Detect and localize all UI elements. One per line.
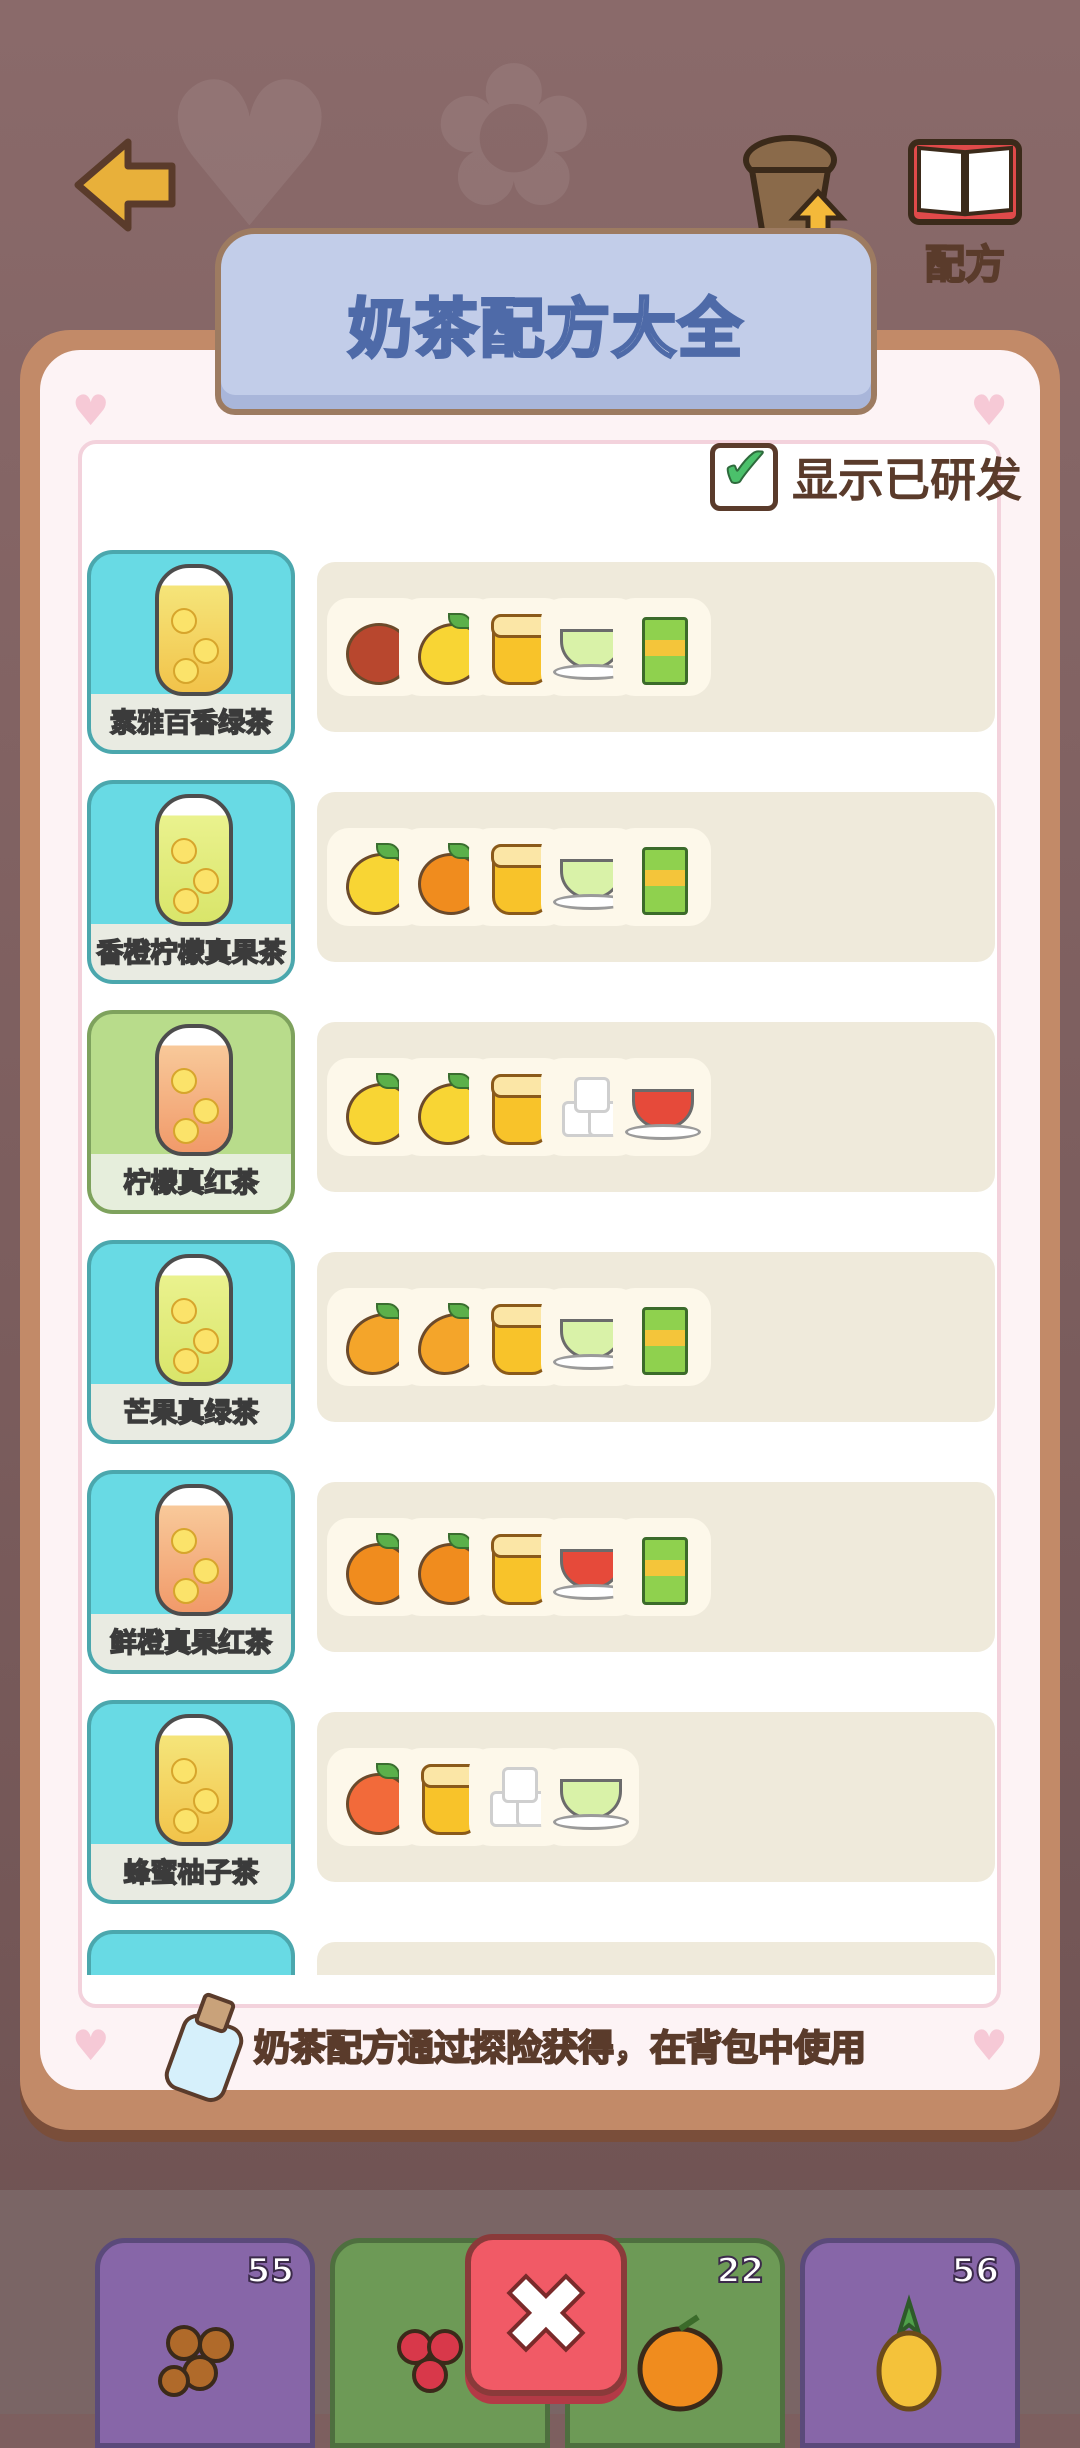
pineapple-watermark-icon: ✿: [430, 20, 598, 253]
recipe-row[interactable]: 香橙柠檬真果茶: [85, 780, 995, 984]
drink-cup-icon: [155, 1254, 233, 1386]
drink-card[interactable]: 素雅百香绿茶: [87, 550, 295, 754]
drink-card[interactable]: 芒果真绿茶: [87, 1240, 295, 1444]
recipe-row[interactable]: 素雅百香绿茶: [85, 550, 995, 754]
ingredient-bar: [317, 562, 995, 732]
recipe-row[interactable]: 柠檬真红茶: [85, 1010, 995, 1214]
show-developed-label: 显示已研发: [792, 453, 1022, 507]
drink-name: 香橙柠檬真果茶: [96, 937, 287, 970]
title-tab: 奶茶配方大全: [215, 228, 877, 415]
inventory-count: 22: [716, 2250, 765, 2292]
drink-card[interactable]: 鲜橙真果红茶: [87, 1470, 295, 1674]
recipe-label: 配方: [924, 241, 1006, 289]
boba-icon: [158, 2325, 234, 2397]
heart-decoration-icon: ♥: [72, 2021, 110, 2070]
recipe-book-icon: [908, 139, 1022, 225]
checkmark-icon: ✔: [720, 433, 771, 503]
ingredient-slot: [613, 598, 711, 696]
juice-box-icon: [626, 1531, 698, 1605]
ingredient-bar: [317, 1482, 995, 1652]
drink-name: 蜂蜜柚子茶: [123, 1857, 260, 1890]
inventory-slot[interactable]: 56: [800, 2238, 1020, 2448]
close-icon: ✖: [498, 2251, 594, 2379]
ingredient-slot: [613, 1518, 711, 1616]
message-bottle-icon: [160, 1991, 248, 2107]
orange-icon: [637, 2314, 723, 2412]
juice-box-icon: [626, 611, 698, 685]
drink-name: 芒果真绿茶: [123, 1397, 260, 1430]
footer-tip-text: 奶茶配方通过探险获得，在背包中使用: [253, 2027, 867, 2070]
ingredient-bar: [317, 1022, 995, 1192]
ingredient-slot: [613, 828, 711, 926]
recipe-row[interactable]: 鲜橙真果红茶: [85, 1470, 995, 1674]
pineapple-icon: [876, 2294, 942, 2412]
recipe-row[interactable]: 蜂蜜柚子茶: [85, 1700, 995, 1904]
page-title: 奶茶配方大全: [347, 292, 744, 369]
drink-card: [87, 1930, 295, 1975]
back-arrow-icon[interactable]: [70, 130, 180, 240]
show-developed-toggle[interactable]: ✔ 显示已研发: [710, 433, 1022, 512]
recipe-list[interactable]: 素雅百香绿茶 香橙柠檬真果茶 柠檬真红茶芒果真绿茶鲜橙真果红茶 蜂蜜柚子茶: [85, 550, 995, 1975]
heart-decoration-icon: ♥: [970, 386, 1008, 435]
drink-name: 柠檬真红茶: [123, 1167, 260, 1200]
ingredient-bar: [317, 792, 995, 962]
ingredient-bar: [317, 1252, 995, 1422]
close-button[interactable]: ✖: [465, 2234, 627, 2396]
drink-cup-icon: [155, 1024, 233, 1156]
ingredient-slot: [613, 1288, 711, 1386]
juice-box-icon: [626, 841, 698, 915]
inventory-count: 56: [951, 2250, 1000, 2292]
ingredient-bar: [317, 1712, 995, 1882]
green-tea-icon: [553, 1761, 629, 1833]
drink-cup-icon: [155, 564, 233, 696]
drink-cup-icon: [155, 1714, 233, 1846]
show-developed-checkbox[interactable]: ✔: [710, 433, 778, 511]
drink-cup-icon: [155, 1484, 233, 1616]
heart-decoration-icon: ♥: [970, 2021, 1008, 2070]
ingredient-slot: [613, 1058, 711, 1156]
ingredient-bar: [317, 1942, 995, 1975]
drink-card[interactable]: 柠檬真红茶: [87, 1010, 295, 1214]
drink-name: 素雅百香绿茶: [109, 707, 273, 740]
black-tea-icon: [625, 1071, 701, 1143]
recipe-button[interactable]: 配方: [905, 130, 1025, 290]
recipe-row[interactable]: 芒果真绿茶: [85, 1240, 995, 1444]
heart-decoration-icon: ♥: [72, 386, 110, 435]
footer-tip: 奶茶配方通过探险获得，在背包中使用: [160, 1985, 867, 2107]
drink-card[interactable]: 蜂蜜柚子茶: [87, 1700, 295, 1904]
drink-cup-icon: [155, 794, 233, 926]
drink-card[interactable]: 香橙柠檬真果茶: [87, 780, 295, 984]
ingredient-slot: [541, 1748, 639, 1846]
drink-name: 鲜橙真果红茶: [109, 1627, 273, 1660]
recipe-row-partial: [85, 1930, 995, 1975]
juice-box-icon: [626, 1301, 698, 1375]
inventory-count: 55: [246, 2250, 295, 2292]
inventory-slot[interactable]: 55: [95, 2238, 315, 2448]
